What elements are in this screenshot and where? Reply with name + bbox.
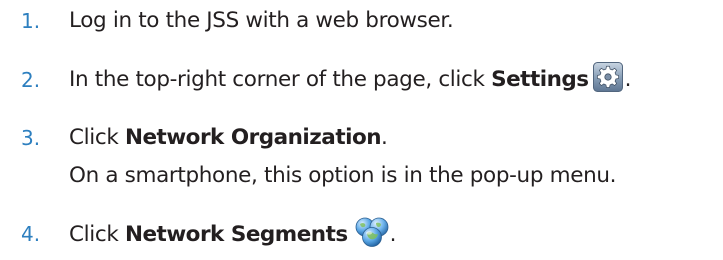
settings-label: Settings <box>491 67 589 92</box>
step-text-content: Log in to the JSS with a web browser. <box>69 8 454 33</box>
step-1: 1. Log in to the JSS with a web browser. <box>0 3 723 39</box>
step-text-prefix: Click <box>69 222 125 247</box>
network-segments-label: Network Segments <box>124 222 348 247</box>
step-3: 3. Click Network Organization. <box>0 120 723 156</box>
step-text-prefix: Click <box>69 125 125 150</box>
step-text: Click Network Segments . <box>69 216 397 253</box>
step-number: 3. <box>21 126 41 150</box>
step-4: 4. Click Network Segments . <box>0 216 723 252</box>
step-number: 2. <box>21 68 41 92</box>
step-text: In the top-right corner of the page, cli… <box>69 62 631 98</box>
step-text-prefix: In the top-right corner of the page, cli… <box>69 67 492 92</box>
step-text: Log in to the JSS with a web browser. <box>69 3 454 39</box>
step-3-note: On a smartphone, this option is in the p… <box>69 163 617 188</box>
network-organization-label: Network Organization <box>124 125 382 150</box>
instruction-steps: 1. Log in to the JSS with a web browser.… <box>0 0 723 258</box>
network-segments-globe-icon <box>354 216 390 248</box>
step-text-suffix: . <box>381 125 388 150</box>
step-text-suffix: . <box>624 67 632 92</box>
step-number: 1. <box>21 9 41 33</box>
step-text-suffix: . <box>389 222 397 247</box>
step-number: 4. <box>21 222 41 246</box>
step-text: Click Network Organization. <box>69 120 388 156</box>
step-2: 2. In the top-right corner of the page, … <box>0 62 723 98</box>
settings-gear-icon <box>592 62 623 92</box>
